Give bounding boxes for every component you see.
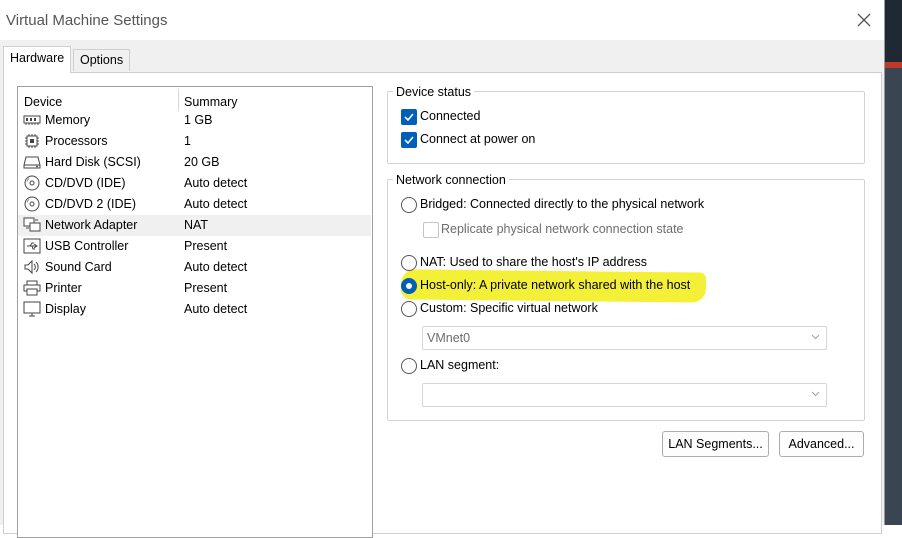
lan-segment-select[interactable] [422,383,827,407]
device-row-printer[interactable]: Printer Present [18,278,371,299]
replicate-state-label[interactable]: Replicate physical network connection st… [441,220,684,238]
cd-dvd-icon [24,175,40,191]
device-summary: 20 GB [184,155,220,169]
lan-segment-radio[interactable] [401,358,417,374]
device-status-title: Device status [393,84,475,100]
device-name: Processors [45,134,108,148]
host-only-radio[interactable] [401,278,417,294]
column-header-summary[interactable]: Summary [184,93,237,111]
chevron-down-icon [811,334,820,340]
device-name: Memory [45,113,91,127]
checkmark-icon [404,113,414,122]
tab-hardware[interactable]: Hardware [3,46,72,73]
nat-radio[interactable] [401,255,417,271]
vm-settings-window: Virtual Machine Settings Hardware Option… [0,0,885,538]
device-summary: 1 [184,134,191,148]
connected-label[interactable]: Connected [420,107,480,125]
device-name: Hard Disk (SCSI) [45,155,141,169]
window-title: Virtual Machine Settings [6,12,168,29]
device-summary: Auto detect [184,302,248,316]
display-icon [23,301,41,317]
device-name: Display [45,302,86,316]
network-adapter-icon [23,217,41,232]
vmnet-select-value: VMnet0 [427,331,471,345]
connect-at-power-on-label[interactable]: Connect at power on [420,130,535,148]
advanced-button[interactable]: Advanced... [779,431,864,457]
tab-options[interactable]: Options [73,49,131,71]
cd-dvd-icon [24,196,40,212]
replicate-state-checkbox[interactable] [423,222,439,238]
device-summary: Present [184,281,228,295]
device-row-network-adapter[interactable]: Network Adapter NAT [18,215,371,236]
device-summary: Auto detect [184,176,248,190]
device-name: USB Controller [45,239,129,253]
bridged-radio[interactable] [401,197,417,213]
device-name: Printer [45,281,82,295]
device-row-sound-card[interactable]: Sound Card Auto detect [18,257,371,278]
device-row-display[interactable]: Display Auto detect [18,299,371,320]
device-row-memory[interactable]: Memory 1 GB [18,110,371,131]
device-summary: 1 GB [184,113,213,127]
device-summary: NAT [184,218,209,232]
usb-icon [23,238,41,254]
device-row-hard-disk[interactable]: Hard Disk (SCSI) 20 GB [18,152,371,173]
memory-icon [23,115,41,125]
vmnet-select[interactable]: VMnet0 [422,326,827,350]
close-icon[interactable] [850,8,878,32]
device-summary: Auto detect [184,197,248,211]
custom-radio[interactable] [401,301,417,317]
title-bar[interactable]: Virtual Machine Settings [0,0,884,40]
lan-segments-button[interactable]: LAN Segments... [662,431,769,457]
processor-icon [25,134,39,148]
hard-disk-icon [23,156,41,169]
device-row-cd-dvd-2[interactable]: CD/DVD 2 (IDE) Auto detect [18,194,371,215]
printer-icon [23,280,41,296]
nat-label[interactable]: NAT: Used to share the host's IP address [420,253,647,271]
bridged-label[interactable]: Bridged: Connected directly to the physi… [420,195,704,213]
lan-segment-label[interactable]: LAN segment: [420,356,499,374]
connect-at-power-on-checkbox[interactable] [401,132,417,148]
device-list[interactable]: Device Summary Memory 1 GB Processors 1 [17,86,373,538]
device-summary: Present [184,239,228,253]
chevron-down-icon [811,391,820,397]
device-summary: Auto detect [184,260,248,274]
checkmark-icon [404,136,414,145]
column-header-device[interactable]: Device [24,93,62,111]
sound-card-icon [24,259,39,275]
device-row-usb-controller[interactable]: USB Controller Present [18,236,371,257]
background-window-edge [884,0,902,525]
network-connection-title: Network connection [393,172,509,188]
device-name: Network Adapter [45,218,138,232]
device-name: Sound Card [45,260,112,274]
connected-checkbox[interactable] [401,109,417,125]
host-only-label[interactable]: Host-only: A private network shared with… [420,276,690,294]
column-separator[interactable] [178,89,179,111]
custom-label[interactable]: Custom: Specific virtual network [420,299,598,317]
device-name: CD/DVD 2 (IDE) [45,197,136,211]
device-name: CD/DVD (IDE) [45,176,126,190]
background-panel [884,68,902,525]
device-row-cd-dvd[interactable]: CD/DVD (IDE) Auto detect [18,173,371,194]
device-row-processors[interactable]: Processors 1 [18,131,371,152]
device-status-group: Device status [387,84,865,164]
